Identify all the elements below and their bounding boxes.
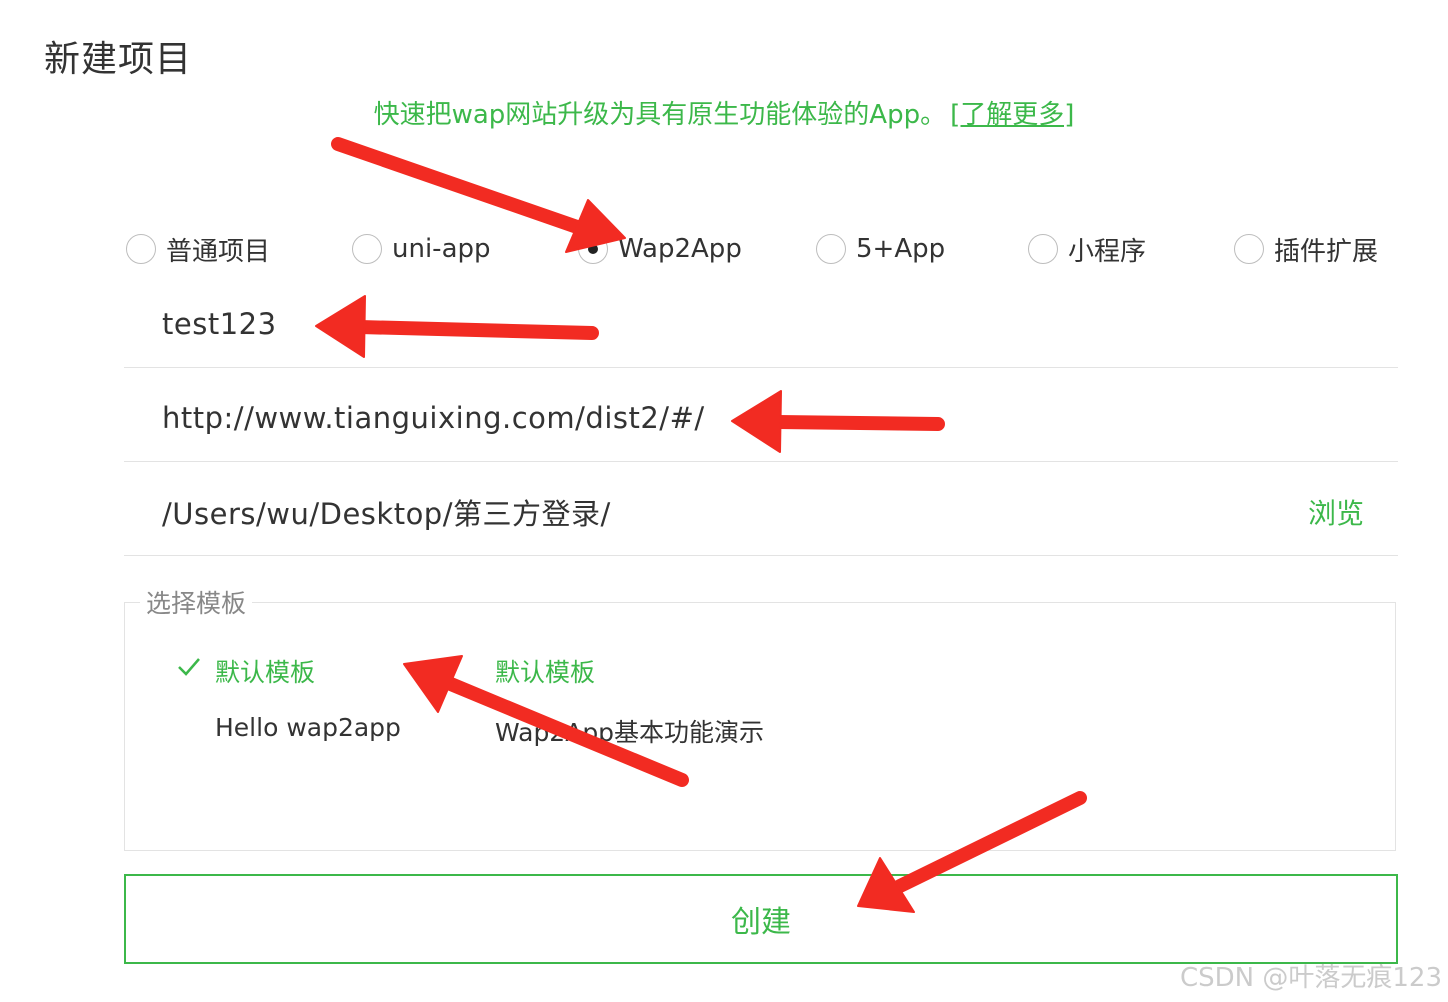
template-name: 默认模板 <box>215 658 316 687</box>
radio-circle-icon <box>1234 234 1264 264</box>
radio-circle-icon <box>352 234 382 264</box>
radio-label: 5+App <box>856 234 946 264</box>
radio-5plus-app[interactable]: 5+App <box>816 226 945 272</box>
radio-plugin-extension[interactable]: 插件扩展 <box>1234 226 1378 272</box>
banner-text: 快速把wap网站升级为具有原生功能体验的App。 <box>373 100 947 130</box>
template-option-demo[interactable]: 默认模板 Wap2App基本功能演示 <box>495 653 764 749</box>
radio-label: uni-app <box>392 234 491 264</box>
url-field <box>124 370 1398 462</box>
learn-more-link[interactable]: [了解更多] <box>950 100 1074 130</box>
radio-label: 插件扩展 <box>1274 236 1379 267</box>
radio-uni-app[interactable]: uni-app <box>352 226 491 272</box>
url-input[interactable] <box>162 396 1262 440</box>
radio-circle-icon <box>126 234 156 264</box>
promo-banner: 快速把wap网站升级为具有原生功能体验的App。 [了解更多] <box>0 94 1448 131</box>
radio-normal-project[interactable]: 普通项目 <box>126 226 270 272</box>
page-title: 新建项目 <box>44 39 193 80</box>
template-description: Wap2App基本功能演示 <box>495 718 765 747</box>
checkmark-icon <box>178 658 200 676</box>
location-input[interactable] <box>162 490 1162 534</box>
browse-button[interactable]: 浏览 <box>1308 492 1364 532</box>
project-name-input[interactable] <box>162 302 1262 346</box>
project-type-group: 普通项目 uni-app Wap2App 5+App 小程序 插件扩展 <box>0 226 1448 272</box>
location-field: 浏览 <box>124 464 1398 556</box>
radio-circle-icon <box>816 234 846 264</box>
template-description: Hello wap2app <box>215 713 401 742</box>
template-option-default[interactable]: 默认模板 Hello wap2app <box>178 653 401 742</box>
radio-circle-icon <box>1028 234 1058 264</box>
template-legend: 选择模板 <box>140 584 253 620</box>
watermark: CSDN @叶落无痕123 <box>1179 963 1442 993</box>
radio-label: 小程序 <box>1068 236 1147 267</box>
radio-mini-program[interactable]: 小程序 <box>1028 226 1146 272</box>
radio-label: Wap2App <box>618 234 742 264</box>
template-name: 默认模板 <box>495 658 596 687</box>
template-selector: 默认模板 Hello wap2app 默认模板 Wap2App基本功能演示 <box>124 602 1396 851</box>
create-button[interactable]: 创建 <box>124 874 1398 964</box>
radio-wap2app[interactable]: Wap2App <box>578 226 742 272</box>
radio-selected-icon <box>578 234 608 264</box>
radio-label: 普通项目 <box>166 236 271 267</box>
project-name-field <box>124 276 1398 368</box>
